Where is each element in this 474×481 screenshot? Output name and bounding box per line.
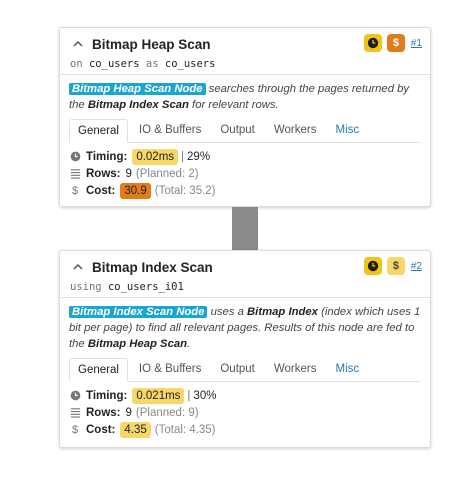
timing-value: 0.02ms xyxy=(132,148,179,165)
subtitle-keyword: on xyxy=(70,58,83,70)
description-bold: Bitmap Heap Scan xyxy=(87,338,188,350)
timing-label: Timing: xyxy=(86,389,128,402)
timing-row: Timing: 0.02ms | 29% xyxy=(69,148,421,165)
cost-value: 4.35 xyxy=(120,421,151,438)
description-text: uses a xyxy=(207,306,248,318)
cost-row: $ Cost: 4.35 (Total: 4.35) xyxy=(69,421,421,438)
node-subtitle: on co_users as co_users xyxy=(70,58,420,70)
rows-icon xyxy=(69,407,81,419)
node-tabs: General IO & Buffers Output Workers Misc xyxy=(69,119,421,143)
dollar-icon: $ xyxy=(71,184,79,197)
description-bold: Bitmap Index xyxy=(247,306,318,318)
cost-total: (Total: 4.35) xyxy=(154,423,216,436)
tab-output[interactable]: Output xyxy=(212,119,263,142)
cost-total: (Total: 35.2) xyxy=(154,184,216,197)
node-link[interactable]: #1 xyxy=(411,38,422,49)
clock-icon xyxy=(69,390,81,402)
tab-output[interactable]: Output xyxy=(212,358,263,381)
node-header: Bitmap Heap Scan on co_users as co_users… xyxy=(60,28,430,75)
rows-label: Rows: xyxy=(86,406,121,419)
node-link[interactable]: #2 xyxy=(411,261,422,272)
rows-planned: (Planned: 9) xyxy=(135,406,199,419)
plan-node-bitmap-index-scan: Bitmap Index Scan using co_users_i01 $ #… xyxy=(59,250,431,448)
cost-row: $ Cost: 30.9 (Total: 35.2) xyxy=(69,182,421,199)
index-name: co_users_i01 xyxy=(107,281,184,293)
node-title: Bitmap Index Scan xyxy=(92,259,213,275)
timing-value: 0.021ms xyxy=(132,387,185,404)
node-description: Bitmap Index Scan Node uses a Bitmap Ind… xyxy=(60,298,430,356)
rows-planned: (Planned: 2) xyxy=(135,167,199,180)
node-tabs: General IO & Buffers Output Workers Misc xyxy=(69,358,421,382)
tab-misc[interactable]: Misc xyxy=(328,119,368,142)
node-subtitle: using co_users_i01 xyxy=(70,281,420,293)
node-type-tag: Bitmap Index Scan Node xyxy=(69,306,208,318)
timing-row: Timing: 0.021ms | 30% xyxy=(69,387,421,404)
rows-row: Rows: 9 (Planned: 9) xyxy=(69,404,421,421)
relation-alias: co_users xyxy=(164,58,216,70)
relation-name: co_users xyxy=(88,58,140,70)
tab-general[interactable]: General xyxy=(69,358,128,382)
tab-io-buffers[interactable]: IO & Buffers xyxy=(131,358,209,381)
tab-workers[interactable]: Workers xyxy=(266,358,325,381)
node-title: Bitmap Heap Scan xyxy=(92,36,211,52)
dollar-icon: $ xyxy=(71,423,79,436)
rows-row: Rows: 9 (Planned: 2) xyxy=(69,165,421,182)
cost-value: 30.9 xyxy=(120,182,151,199)
subtitle-keyword: using xyxy=(70,281,102,293)
clock-icon xyxy=(363,257,382,275)
tab-io-buffers[interactable]: IO & Buffers xyxy=(131,119,209,142)
plan-connector xyxy=(232,207,258,250)
rows-value: 9 xyxy=(125,167,132,180)
subtitle-keyword: as xyxy=(145,58,159,70)
rows-icon xyxy=(69,168,81,180)
tab-general[interactable]: General xyxy=(69,119,128,143)
description-text: . xyxy=(187,338,191,350)
separator: | xyxy=(181,150,185,163)
description-bold: Bitmap Index Scan xyxy=(87,99,189,111)
chevron-up-icon[interactable] xyxy=(70,36,86,52)
separator: | xyxy=(187,389,191,402)
clock-icon xyxy=(363,34,382,52)
timing-label: Timing: xyxy=(86,150,128,163)
tab-misc[interactable]: Misc xyxy=(328,358,368,381)
timing-percent: 29% xyxy=(187,150,211,163)
node-stats: Timing: 0.021ms | 30% Rows: 9 (Planned: … xyxy=(60,382,430,438)
dollar-icon: $ xyxy=(386,257,405,275)
chevron-up-icon[interactable] xyxy=(70,259,86,275)
node-stats: Timing: 0.02ms | 29% Rows: 9 (Planned: 2… xyxy=(60,143,430,199)
node-header: Bitmap Index Scan using co_users_i01 $ #… xyxy=(60,251,430,298)
node-type-tag: Bitmap Heap Scan Node xyxy=(69,83,206,95)
cost-label: Cost: xyxy=(86,423,116,436)
plan-node-bitmap-heap-scan: Bitmap Heap Scan on co_users as co_users… xyxy=(59,27,431,207)
cost-label: Cost: xyxy=(86,184,116,197)
node-description: Bitmap Heap Scan Node searches through t… xyxy=(60,75,430,117)
rows-value: 9 xyxy=(125,406,132,419)
timing-percent: 30% xyxy=(193,389,217,402)
rows-label: Rows: xyxy=(86,167,121,180)
clock-icon xyxy=(69,151,81,163)
tab-workers[interactable]: Workers xyxy=(266,119,325,142)
description-text: for relevant rows. xyxy=(188,99,279,111)
dollar-icon: $ xyxy=(386,34,405,52)
